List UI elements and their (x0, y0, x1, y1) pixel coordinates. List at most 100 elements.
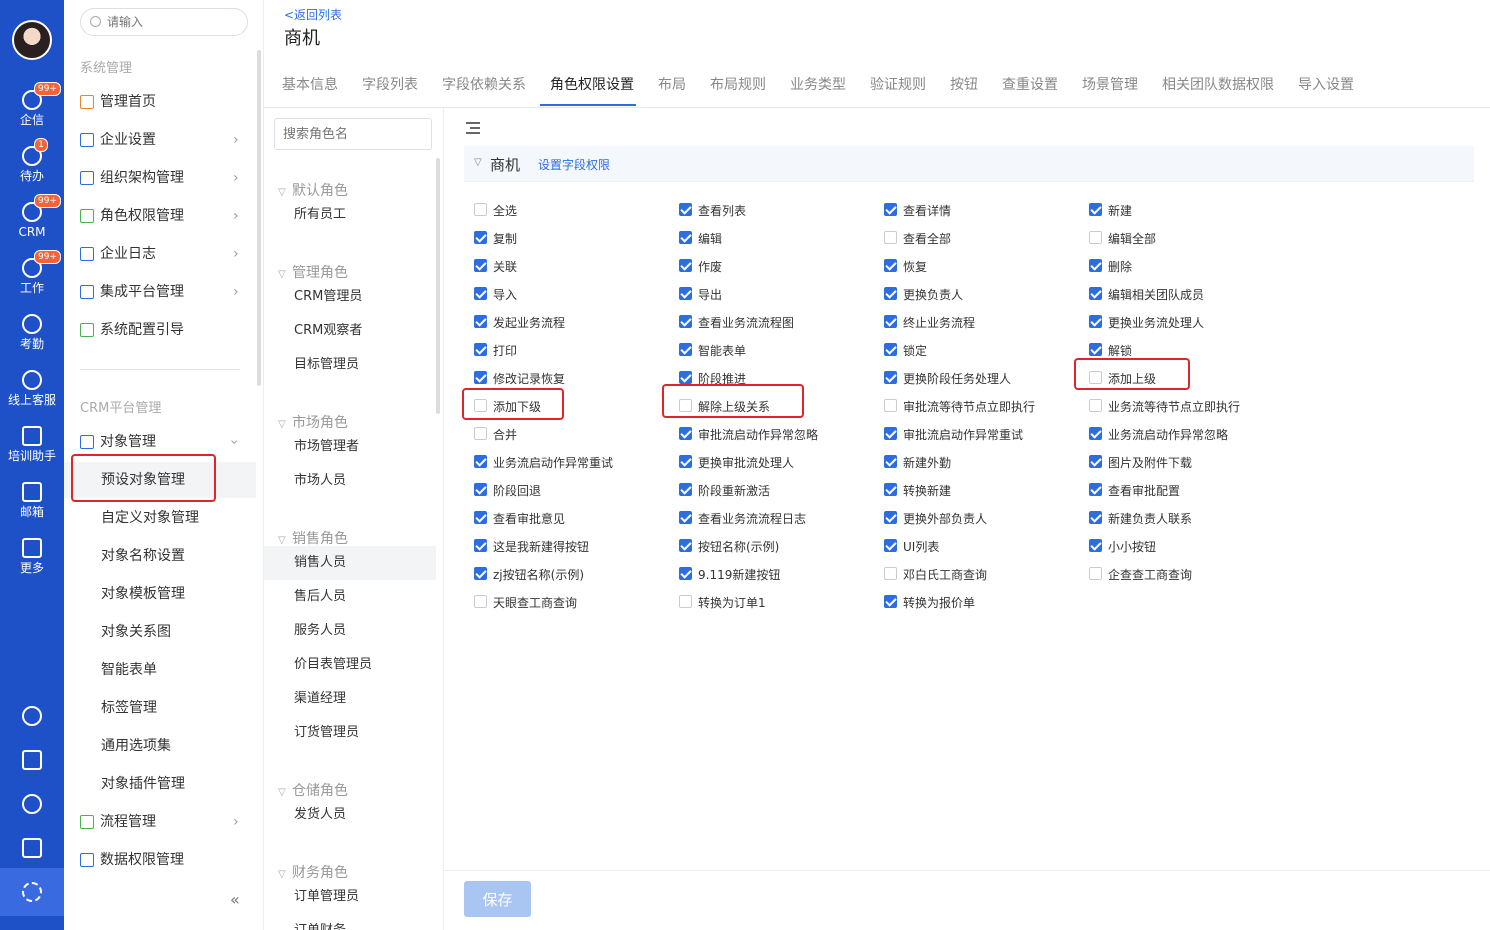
submenu-item[interactable]: 标签管理 (64, 690, 256, 726)
checkbox[interactable] (679, 427, 692, 440)
role-group[interactable]: ▽ 销售角色 (278, 528, 348, 548)
checkbox[interactable] (474, 371, 487, 384)
role-item[interactable]: 发货人员 (264, 798, 436, 832)
outline-toggle-icon[interactable] (466, 122, 480, 134)
checkbox[interactable] (1089, 259, 1102, 272)
menu-search-input[interactable] (107, 12, 237, 32)
submenu-item[interactable]: 预设对象管理 (64, 462, 256, 498)
tab[interactable]: 布局规则 (710, 74, 766, 94)
checkbox[interactable] (884, 231, 897, 244)
role-scrollbar[interactable] (436, 158, 440, 414)
tab[interactable]: 查重设置 (1002, 74, 1058, 94)
tab[interactable]: 场景管理 (1082, 74, 1138, 94)
checkbox[interactable] (474, 427, 487, 440)
rail-item[interactable]: 更多 (0, 534, 64, 588)
checkbox[interactable] (884, 595, 897, 608)
checkbox[interactable] (884, 455, 897, 468)
rail-item[interactable]: CRM 99+ (0, 194, 64, 252)
checkbox[interactable] (474, 595, 487, 608)
role-item[interactable]: 目标管理员 (264, 348, 436, 382)
checkbox[interactable] (679, 483, 692, 496)
rail-item[interactable]: 工作 99+ (0, 250, 64, 308)
role-item[interactable]: 订单财务 (264, 914, 436, 930)
menu-item[interactable]: 系统配置引导 (78, 315, 248, 345)
checkbox[interactable] (679, 259, 692, 272)
checkbox[interactable] (679, 595, 692, 608)
checkbox[interactable] (1089, 511, 1102, 524)
checkbox[interactable] (1089, 427, 1102, 440)
tab[interactable]: 基本信息 (282, 74, 338, 94)
checkbox[interactable] (679, 231, 692, 244)
checkbox[interactable] (679, 567, 692, 580)
checkbox[interactable] (474, 455, 487, 468)
role-search-input[interactable] (274, 118, 432, 150)
role-group[interactable]: ▽ 仓储角色 (278, 780, 348, 800)
checkbox[interactable] (1089, 343, 1102, 356)
checkbox[interactable] (1089, 371, 1102, 384)
role-item[interactable]: CRM观察者 (264, 314, 436, 348)
checkbox[interactable] (474, 287, 487, 300)
checkbox[interactable] (1089, 231, 1102, 244)
checkbox[interactable] (474, 203, 487, 216)
checkbox[interactable] (884, 567, 897, 580)
menu-item[interactable]: 企业设置 › (78, 125, 248, 155)
rail-item[interactable]: 待办 1 (0, 138, 64, 196)
role-item[interactable]: 市场人员 (264, 464, 436, 498)
checkbox[interactable] (679, 315, 692, 328)
tab[interactable]: 角色权限设置 (550, 74, 634, 94)
menu-item-data-permission[interactable]: 数据权限管理 (78, 845, 248, 875)
tab[interactable]: 字段依赖关系 (442, 74, 526, 94)
clock-icon[interactable] (22, 794, 42, 814)
role-item[interactable]: 价目表管理员 (264, 648, 436, 682)
menu-scrollbar[interactable] (257, 50, 261, 386)
checkbox[interactable] (679, 203, 692, 216)
menu-item-object-management[interactable]: 对象管理 › (78, 427, 248, 457)
submenu-item[interactable]: 智能表单 (64, 652, 256, 688)
submenu-item[interactable]: 自定义对象管理 (64, 500, 256, 536)
checkbox[interactable] (884, 511, 897, 524)
menu-item[interactable]: 企业日志 › (78, 239, 248, 269)
checkbox[interactable] (884, 203, 897, 216)
checkbox[interactable] (679, 287, 692, 300)
tab[interactable]: 业务类型 (790, 74, 846, 94)
checkbox[interactable] (884, 259, 897, 272)
menu-item[interactable]: 管理首页 (78, 87, 248, 117)
tab[interactable]: 导入设置 (1298, 74, 1354, 94)
submenu-item[interactable]: 对象关系图 (64, 614, 256, 650)
role-item[interactable]: 订单管理员 (264, 880, 436, 914)
rail-item[interactable]: 考勤 (0, 310, 64, 364)
checkbox[interactable] (474, 259, 487, 272)
tab[interactable]: 相关团队数据权限 (1162, 74, 1274, 94)
checkbox[interactable] (679, 539, 692, 552)
checkbox[interactable] (1089, 455, 1102, 468)
settings-button[interactable] (0, 868, 64, 916)
checkbox[interactable] (474, 567, 487, 580)
user-list-icon[interactable] (22, 838, 42, 858)
role-item[interactable]: 渠道经理 (264, 682, 436, 716)
role-item[interactable]: 销售人员 (264, 546, 436, 580)
collapse-sidebar-button[interactable]: « (230, 890, 240, 909)
checkbox[interactable] (474, 483, 487, 496)
role-item[interactable]: 市场管理者 (264, 430, 436, 464)
submenu-item[interactable]: 对象名称设置 (64, 538, 256, 574)
back-to-list-link[interactable]: <返回列表 (284, 6, 342, 23)
save-button[interactable]: 保存 (464, 881, 531, 917)
menu-item[interactable]: 组织架构管理 › (78, 163, 248, 193)
role-item[interactable]: CRM管理员 (264, 280, 436, 314)
tab[interactable]: 按钮 (950, 74, 978, 94)
checkbox[interactable] (679, 399, 692, 412)
checkbox[interactable] (474, 511, 487, 524)
notes-icon[interactable] (22, 750, 42, 770)
role-group[interactable]: ▽ 默认角色 (278, 180, 348, 200)
checkbox[interactable] (1089, 287, 1102, 300)
checkbox[interactable] (679, 343, 692, 356)
checkbox[interactable] (1089, 315, 1102, 328)
role-group[interactable]: ▽ 市场角色 (278, 412, 348, 432)
tab[interactable]: 布局 (658, 74, 686, 94)
menu-search[interactable] (80, 8, 248, 36)
tab[interactable]: 字段列表 (362, 74, 418, 94)
checkbox[interactable] (474, 343, 487, 356)
submenu-item[interactable]: 通用选项集 (64, 728, 256, 764)
avatar[interactable] (12, 20, 52, 60)
menu-item[interactable]: 集成平台管理 › (78, 277, 248, 307)
